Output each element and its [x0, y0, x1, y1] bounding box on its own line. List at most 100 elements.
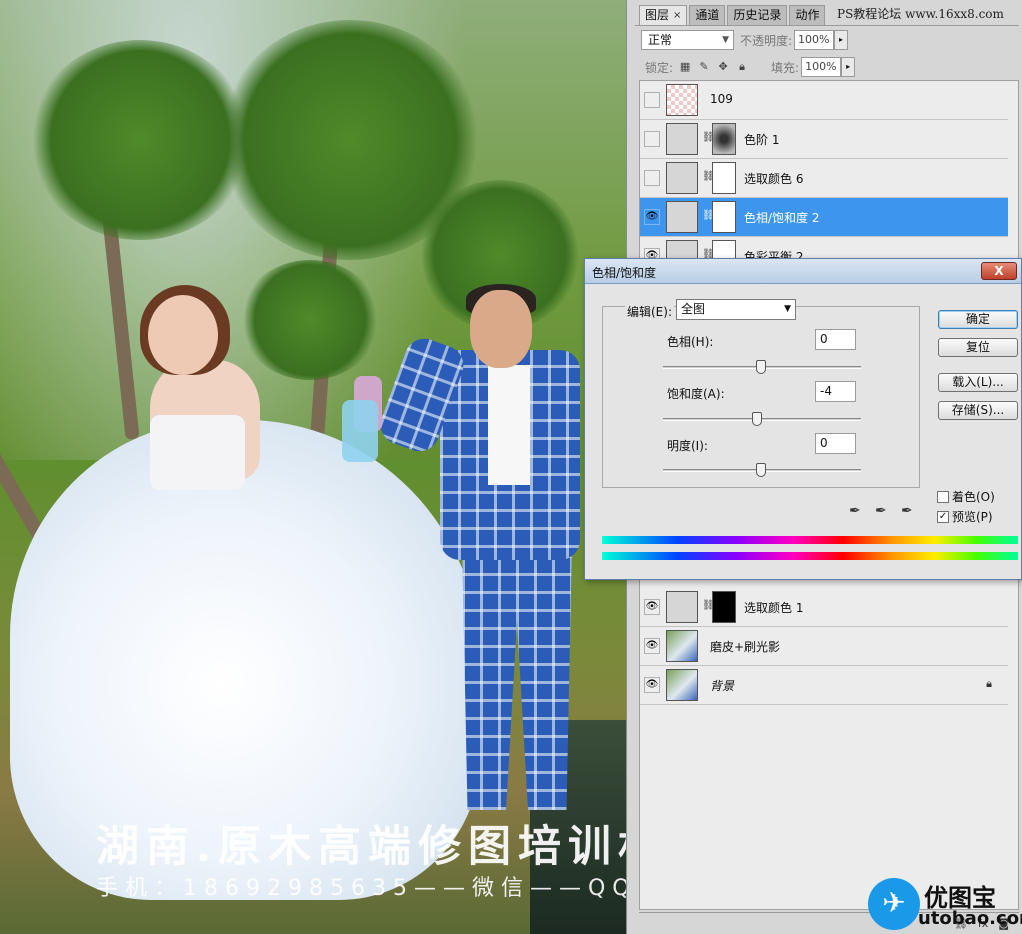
saturation-label: 饱和度(A):: [667, 387, 725, 401]
foliage: [30, 40, 250, 240]
chevron-down-icon: ▼: [722, 35, 729, 45]
lock-icon: 🔒︎: [986, 677, 992, 690]
lightness-slider-handle[interactable]: [756, 463, 766, 477]
groom-shirt: [488, 365, 530, 485]
levels-adjustment-icon: [666, 123, 698, 155]
layer-row[interactable]: 👁︎ 背景 🔒︎: [640, 666, 1008, 705]
save-button[interactable]: 存储(S)...: [938, 401, 1018, 420]
saturation-input[interactable]: -4: [815, 381, 856, 402]
tab-label: 动作: [795, 8, 820, 22]
layer-name: 色相/饱和度 2: [744, 211, 820, 225]
watermark-main: 湖南.原木高端修图培训机构出品: [96, 822, 626, 872]
eye-icon[interactable]: 👁︎: [644, 677, 660, 693]
lock-transparency-icon[interactable]: ▦: [678, 60, 692, 74]
lock-pixels-icon[interactable]: ✎: [697, 60, 711, 74]
layer-name: 磨皮+刷光影: [710, 640, 781, 654]
hue-input[interactable]: 0: [815, 329, 856, 350]
saturation-slider-track[interactable]: [663, 418, 861, 421]
layer-name: 选取颜色 6: [744, 172, 804, 186]
preview-option[interactable]: ✓ 预览(P): [937, 508, 993, 525]
watermark-contact: 手机：18692985635——微信——QQ:36300762: [96, 876, 626, 901]
blend-mode-value: 正常: [648, 33, 673, 47]
fill-label: 填充:: [771, 60, 800, 75]
colorize-checkbox[interactable]: [937, 490, 949, 503]
lock-all-icon[interactable]: 🔒︎: [735, 60, 749, 74]
groom-face: [470, 290, 532, 368]
opacity-label: 不透明度:: [740, 33, 793, 48]
layer-mask-thumbnail: [712, 201, 736, 233]
hue-label: 色相(H):: [667, 335, 714, 349]
layer-row-selected[interactable]: 👁︎ ⛓ 色相/饱和度 2: [640, 198, 1008, 237]
layer-mask-thumbnail: [712, 591, 736, 623]
color-spectrum-bar: [602, 536, 1018, 544]
colorize-option[interactable]: 着色(O): [937, 488, 995, 505]
bird-icon: ✈: [868, 878, 920, 930]
edit-value: 全图: [681, 302, 706, 316]
lock-position-icon[interactable]: ✥: [716, 60, 730, 74]
ok-button[interactable]: 确定: [938, 310, 1018, 329]
edit-label: 编辑(E):: [625, 303, 674, 320]
eye-icon[interactable]: 👁︎: [644, 599, 660, 615]
lock-row: 锁定: ▦ ✎ ✥ 🔒︎ 填充: 100% ▸: [645, 57, 1017, 77]
site-watermark: PS教程论坛 www.16xx8.com: [837, 7, 1004, 21]
blend-mode-select[interactable]: 正常 ▼: [641, 30, 734, 50]
site-logo: ✈ 优图宝 utobao.com: [868, 876, 1022, 934]
layer-mask-thumbnail: [712, 123, 736, 155]
eyedropper-plus-icon[interactable]: ✒: [875, 503, 891, 519]
layer-thumbnail: [666, 669, 698, 701]
eyedropper-icon[interactable]: ✒: [849, 503, 865, 519]
layer-row[interactable]: 109: [640, 81, 1008, 120]
layer-row[interactable]: 👁︎ ⛓ 选取颜色 1: [640, 588, 1008, 627]
close-button[interactable]: X: [981, 262, 1017, 280]
edit-select[interactable]: 全图 ▼: [676, 299, 796, 320]
tab-actions[interactable]: 动作: [789, 5, 826, 25]
preview-checkbox[interactable]: ✓: [937, 510, 949, 523]
layer-name: 选取颜色 1: [744, 601, 804, 615]
selective-color-adjustment-icon: [666, 162, 698, 194]
tab-label: 图层: [645, 8, 670, 22]
saturation-slider-handle[interactable]: [752, 412, 762, 426]
eye-icon[interactable]: 👁︎: [644, 638, 660, 654]
eyedropper-minus-icon[interactable]: ✒: [901, 503, 917, 519]
eye-icon[interactable]: 👁︎: [644, 209, 660, 225]
opacity-input[interactable]: 100%: [794, 30, 835, 50]
visibility-toggle[interactable]: [644, 131, 660, 147]
chevron-down-icon: ▼: [784, 304, 791, 314]
hue-saturation-adjustment-icon: [666, 201, 698, 233]
layer-row[interactable]: ⛓ 色阶 1: [640, 120, 1008, 159]
close-icon[interactable]: ×: [673, 6, 681, 25]
logo-domain: utobao.com: [918, 908, 1022, 929]
hue-saturation-dialog: 色相/饱和度 X 编辑(E): 全图 ▼ 色相(H): 0 饱和度(A): -4…: [584, 258, 1022, 580]
lock-label: 锁定:: [645, 60, 674, 75]
visibility-toggle[interactable]: [644, 170, 660, 186]
bride-face: [148, 295, 218, 375]
hue-slider-handle[interactable]: [756, 360, 766, 374]
reset-button[interactable]: 复位: [938, 338, 1018, 357]
layer-mask-thumbnail: [712, 162, 736, 194]
tab-channels[interactable]: 通道: [689, 5, 726, 25]
bride-bodice: [150, 415, 245, 490]
photo-canvas: 湖南.原木高端修图培训机构出品 手机：18692985635——微信——QQ:3…: [0, 0, 626, 934]
lightness-label: 明度(I):: [667, 439, 708, 453]
tab-layers[interactable]: 图层 ×: [639, 5, 688, 25]
tab-history[interactable]: 历史记录: [727, 5, 788, 25]
adjusted-spectrum-bar: [602, 552, 1018, 560]
divider: [635, 25, 1019, 26]
hanging-jar: [342, 400, 378, 462]
opacity-arrow-icon[interactable]: ▸: [834, 30, 849, 50]
layer-name: 109: [710, 92, 733, 106]
layer-row[interactable]: 👁︎ 磨皮+刷光影: [640, 627, 1008, 666]
fill-input[interactable]: 100%: [801, 57, 842, 77]
dialog-titlebar[interactable]: 色相/饱和度 X: [585, 259, 1021, 284]
layer-row[interactable]: ⛓ 选取颜色 6: [640, 159, 1008, 198]
tab-label: 历史记录: [733, 8, 782, 22]
dialog-title: 色相/饱和度: [592, 266, 657, 280]
layer-name: 色阶 1: [744, 133, 780, 147]
fill-arrow-icon[interactable]: ▸: [841, 57, 856, 77]
settings-group: [602, 306, 920, 488]
visibility-toggle[interactable]: [644, 92, 660, 108]
colorize-label: 着色(O): [952, 490, 995, 504]
layer-thumbnail: [666, 84, 698, 116]
lightness-input[interactable]: 0: [815, 433, 856, 454]
load-button[interactable]: 载入(L)...: [938, 373, 1018, 392]
